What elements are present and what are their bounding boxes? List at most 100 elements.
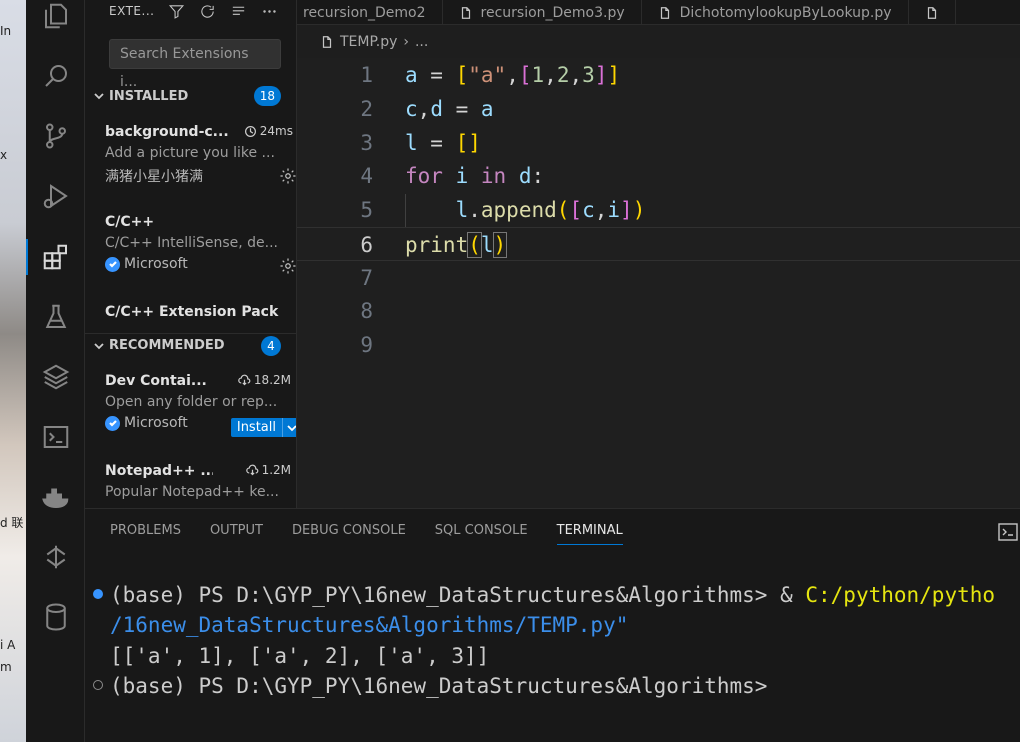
chevron-down-icon: [89, 90, 109, 102]
install-button[interactable]: Install: [230, 418, 296, 437]
new-terminal-icon[interactable]: [998, 523, 1020, 543]
extension-name: background-c...: [105, 124, 229, 140]
tab-more[interactable]: [909, 0, 956, 24]
terminal-line: /16new_DataStructures&Algorithms/TEMP.py…: [110, 613, 629, 637]
cloud-download-icon: [245, 464, 258, 475]
gear-icon[interactable]: [279, 257, 296, 275]
desktop-label: d 联: [0, 516, 24, 530]
chevron-down-icon: [89, 340, 109, 352]
remote-explorer-icon[interactable]: [26, 537, 85, 577]
database-icon[interactable]: [26, 597, 85, 637]
section-label: RECOMMENDED: [109, 338, 225, 353]
chevron-right-icon: ›: [403, 34, 409, 50]
tab-debug-console[interactable]: DEBUG CONSOLE: [292, 523, 406, 545]
extensions-icon[interactable]: [26, 237, 85, 277]
source-control-icon[interactable]: [26, 116, 85, 156]
recommended-section-header[interactable]: RECOMMENDED 4: [85, 333, 296, 357]
code-line[interactable]: 3 l = []: [297, 126, 1020, 160]
extension-name: Dev Contai...: [105, 373, 207, 389]
desktop-label: i A: [0, 638, 16, 652]
terminal-icon[interactable]: [26, 417, 85, 457]
extension-item[interactable]: background-c... 24ms Add a picture you l…: [105, 124, 296, 186]
sidebar-title: EXTE...: [109, 4, 155, 18]
clock-icon: [244, 125, 256, 137]
extension-name: C/C++: [105, 214, 155, 230]
file-icon: [927, 6, 936, 19]
desktop-label: x: [0, 148, 8, 162]
code-line[interactable]: 9: [297, 328, 1020, 362]
tab-terminal[interactable]: TERMINAL: [556, 523, 623, 545]
testing-icon[interactable]: [26, 297, 85, 337]
activity-bar: [26, 0, 85, 742]
breadcrumb[interactable]: TEMP.py › ...: [320, 34, 428, 50]
code-line[interactable]: 1 a = ["a",[1,2,3]]: [297, 58, 1020, 92]
code-editor[interactable]: 1 a = ["a",[1,2,3]] 2 c,d = a 3 l = [] 4…: [297, 58, 1020, 508]
section-label: INSTALLED: [109, 88, 189, 104]
extension-description: Open any folder or rep...: [105, 394, 278, 410]
code-text: a = ["a",[1,2,3]]: [405, 63, 621, 87]
layers-icon[interactable]: [26, 357, 85, 397]
terminal-line: (base) PS D:\GYP_PY\16new_DataStructures…: [110, 583, 996, 607]
desktop-label: In: [0, 24, 12, 38]
refresh-icon[interactable]: [199, 3, 216, 20]
tab-recursion-demo2[interactable]: recursion_Demo2: [297, 0, 443, 24]
panel-tabs: PROBLEMS OUTPUT DEBUG CONSOLE SQL CONSOL…: [110, 523, 623, 545]
chevron-down-icon[interactable]: [283, 418, 296, 437]
file-icon: [322, 36, 332, 48]
verified-icon: [105, 256, 120, 272]
extension-publisher: 满猪小星小猪满: [105, 169, 203, 185]
extensions-search-input[interactable]: Search Extensions i...: [109, 39, 281, 90]
desktop-background: In x d 联 i A m: [0, 0, 26, 742]
extension-item[interactable]: Notepad++ ... 1.2M Popular Notepad++ ke.…: [105, 463, 291, 500]
search-icon[interactable]: [26, 56, 85, 96]
terminal-line: [['a', 1], ['a', 2], ['a', 3]]: [110, 644, 490, 668]
code-line[interactable]: 2 c,d = a: [297, 92, 1020, 126]
gear-icon[interactable]: [279, 167, 296, 185]
run-debug-icon[interactable]: [26, 176, 85, 216]
filter-icon[interactable]: [168, 3, 185, 20]
count-badge: 4: [261, 336, 281, 356]
extension-item[interactable]: C/C++ C/C++ IntelliSense, de... Microsof…: [105, 214, 296, 274]
file-icon: [660, 6, 669, 19]
command-pending-dot: [93, 680, 103, 690]
code-text: for i in d:: [405, 164, 545, 188]
explorer-icon[interactable]: [26, 0, 85, 36]
code-line[interactable]: 4 for i in d:: [297, 159, 1020, 193]
activation-time: 24ms: [244, 124, 293, 138]
docker-icon[interactable]: [26, 477, 85, 517]
code-text: c,d = a: [405, 97, 494, 121]
terminal-line: (base) PS D:\GYP_PY\16new_DataStructures…: [110, 674, 768, 698]
code-text: l.append([c,i]): [455, 198, 646, 222]
code-line-current[interactable]: 6 print(l): [297, 227, 1020, 261]
desktop-label: m: [0, 660, 12, 674]
cloud-download-icon: [238, 374, 251, 385]
editor-tabs: recursion_Demo2 recursion_Demo3.py Dicho…: [297, 0, 1020, 25]
extension-name: Notepad++ ...: [105, 463, 213, 479]
command-success-dot: [93, 589, 103, 599]
verified-icon: [105, 415, 120, 431]
file-icon: [461, 6, 470, 19]
code-text: l = []: [405, 131, 481, 155]
count-badge: 18: [253, 86, 281, 106]
tab-problems[interactable]: PROBLEMS: [110, 523, 181, 545]
download-count: 18.2M: [238, 373, 291, 387]
extension-description: Popular Notepad++ ke...: [105, 484, 279, 500]
extension-description: Add a picture you like ...: [105, 145, 275, 161]
code-line[interactable]: 7: [297, 261, 1020, 295]
tab-recursion-demo3[interactable]: recursion_Demo3.py: [443, 0, 642, 24]
code-line[interactable]: 5 l.append([c,i]): [297, 193, 1020, 227]
extension-item[interactable]: C/C++ Extension Pack: [105, 304, 285, 320]
extension-item[interactable]: Dev Contai... 18.2M Open any folder or r…: [105, 373, 296, 437]
tab-sql-console[interactable]: SQL CONSOLE: [435, 523, 528, 545]
more-actions-icon[interactable]: [261, 3, 278, 20]
clear-icon[interactable]: [230, 3, 247, 20]
tab-output[interactable]: OUTPUT: [210, 523, 263, 545]
bottom-panel: PROBLEMS OUTPUT DEBUG CONSOLE SQL CONSOL…: [85, 508, 1020, 742]
sidebar-header: EXTE...: [85, 0, 296, 22]
tab-dichotomy-lookup[interactable]: DichotomylookupByLookup.py: [642, 0, 909, 24]
code-text: print(l): [405, 232, 508, 258]
installed-section-header[interactable]: INSTALLED 18: [85, 84, 296, 108]
extensions-sidebar: EXTE... Search Extensions i... INSTALLED…: [85, 0, 297, 508]
extension-description: C/C++ IntelliSense, de...: [105, 235, 278, 251]
code-line[interactable]: 8: [297, 294, 1020, 328]
